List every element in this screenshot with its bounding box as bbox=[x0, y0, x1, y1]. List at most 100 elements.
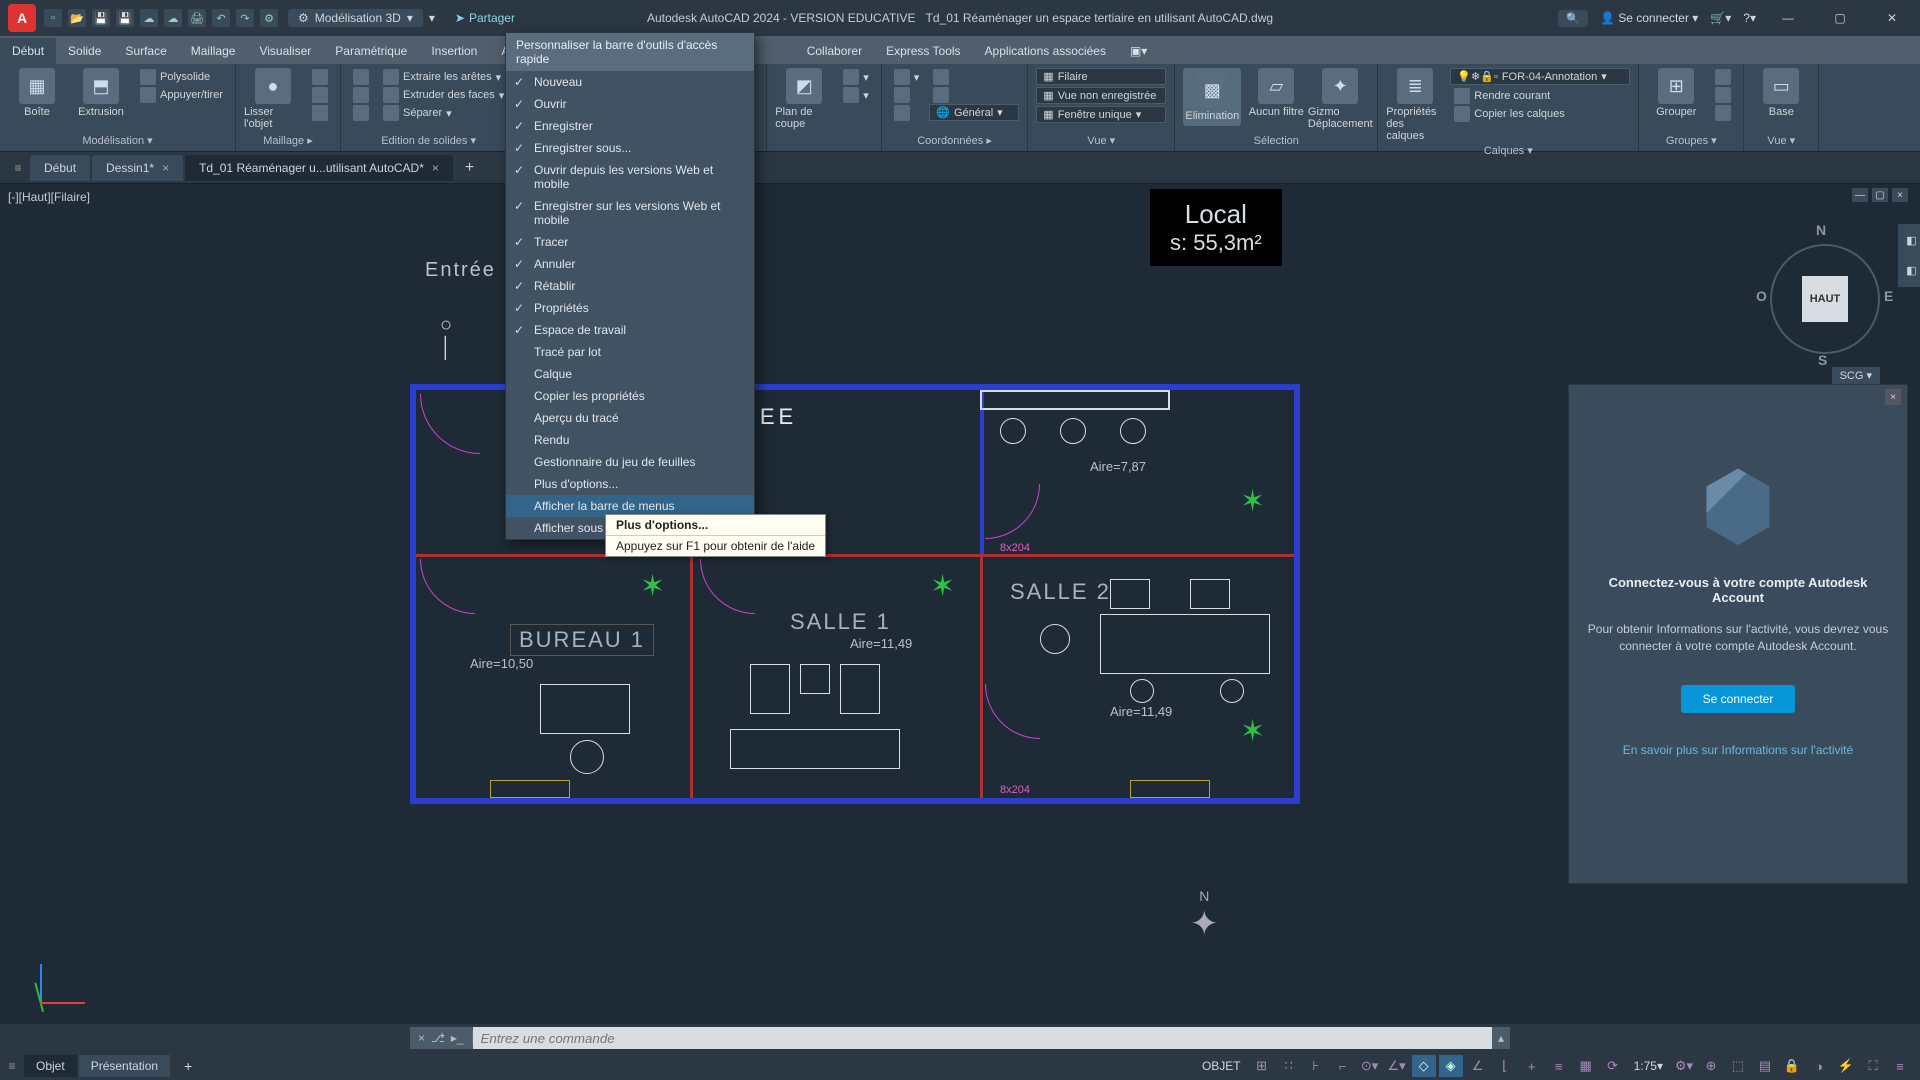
qat-menu-item-0[interactable]: ✓Nouveau bbox=[506, 71, 754, 93]
panel-vue[interactable]: Vue ▾ bbox=[1036, 132, 1166, 147]
isolate-icon[interactable]: ◑ bbox=[1807, 1055, 1831, 1077]
signin-button[interactable]: 👤 Se connecter ▾ bbox=[1600, 11, 1698, 25]
workspace-switch-icon[interactable]: ⚙▾ bbox=[1672, 1055, 1696, 1077]
infer-icon[interactable]: ⊦ bbox=[1304, 1055, 1328, 1077]
qat-menu-item-7[interactable]: ✓Annuler bbox=[506, 253, 754, 275]
hardware-icon[interactable]: ⚡ bbox=[1834, 1055, 1858, 1077]
qat-webopen-icon[interactable]: ☁ bbox=[140, 9, 158, 27]
doctab-start[interactable]: Début bbox=[30, 155, 90, 181]
osnap-icon[interactable]: ◇ bbox=[1412, 1055, 1436, 1077]
layout-add[interactable]: + bbox=[172, 1054, 204, 1078]
minimize-button[interactable]: — bbox=[1768, 6, 1808, 30]
tab-insertion[interactable]: Insertion bbox=[419, 38, 489, 64]
lineweight-icon[interactable]: ≡ bbox=[1547, 1055, 1571, 1077]
vtab-1[interactable]: ◧ bbox=[1898, 224, 1920, 257]
viewcube-n[interactable]: N bbox=[1816, 222, 1826, 238]
culling-button[interactable]: ▩Elimination bbox=[1183, 68, 1241, 126]
section-plane-button[interactable]: ◩Plan de coupe bbox=[775, 68, 833, 130]
se-btn2[interactable] bbox=[349, 86, 373, 104]
qat-saveas-icon[interactable]: 💾 bbox=[116, 9, 134, 27]
mesh-btn2[interactable] bbox=[308, 86, 332, 104]
qat-menu-item-14[interactable]: Aperçu du tracé bbox=[506, 407, 754, 429]
extrude-faces-button[interactable]: Extruder des faces ▾ bbox=[379, 86, 508, 104]
tab-collaborer[interactable]: Collaborer bbox=[795, 38, 874, 64]
sec-s2[interactable]: ▾ bbox=[839, 86, 873, 104]
model-tab[interactable]: Objet bbox=[24, 1055, 77, 1077]
panel-groupes[interactable]: Groupes ▾ bbox=[1647, 132, 1735, 147]
se-btn3[interactable] bbox=[349, 104, 373, 122]
polysolid-button[interactable]: Polysolide bbox=[136, 68, 227, 86]
gizmo-button[interactable]: ✦Gizmo Déplacement bbox=[1311, 68, 1369, 130]
coord-b5[interactable] bbox=[929, 86, 1019, 104]
ortho-icon[interactable]: ⌐ bbox=[1331, 1055, 1355, 1077]
qat-menu-item-3[interactable]: ✓Enregistrer sous... bbox=[506, 137, 754, 159]
panel-maillage[interactable]: Maillage ▸ bbox=[244, 132, 332, 147]
help-icon[interactable]: ?▾ bbox=[1743, 11, 1756, 25]
anno-scale[interactable]: 1:75▾ bbox=[1628, 1059, 1669, 1073]
qat-open-icon[interactable]: 📂 bbox=[68, 9, 86, 27]
qat-menu-item-5[interactable]: ✓Enregistrer sur les versions Web et mob… bbox=[506, 195, 754, 231]
qat-menu-item-11[interactable]: Tracé par lot bbox=[506, 341, 754, 363]
qat-menu-item-15[interactable]: Rendu bbox=[506, 429, 754, 451]
cmd-history-icon[interactable]: ▴ bbox=[1492, 1031, 1510, 1045]
doctabs-menu-icon[interactable]: ≡ bbox=[8, 161, 28, 175]
qat-menu-item-9[interactable]: ✓Propriétés bbox=[506, 297, 754, 319]
tab-express[interactable]: Express Tools bbox=[874, 38, 972, 64]
viewcube-ucs[interactable]: SCG ▾ bbox=[1832, 367, 1880, 384]
3dosnap-icon[interactable]: ◈ bbox=[1439, 1055, 1463, 1077]
se-btn1[interactable] bbox=[349, 68, 373, 86]
qat-menu-item-12[interactable]: Calque bbox=[506, 363, 754, 385]
drawing-canvas[interactable]: [-][Haut][Filaire] — ▢ × Personnaliser l… bbox=[0, 184, 1920, 1024]
vp-restore-icon[interactable]: ▢ bbox=[1872, 188, 1888, 202]
cleanscreen-icon[interactable]: ⛶ bbox=[1861, 1055, 1885, 1077]
dynucs-icon[interactable]: ⌊ bbox=[1493, 1055, 1517, 1077]
customize-status-icon[interactable]: ≡ bbox=[1888, 1055, 1912, 1077]
vtab-2[interactable]: ◧ bbox=[1898, 254, 1920, 287]
layout-tab[interactable]: Présentation bbox=[79, 1055, 170, 1077]
visual-style-dropdown[interactable]: ▦ Filaire bbox=[1036, 68, 1166, 85]
copy-layers-button[interactable]: Copier les calques bbox=[1450, 105, 1630, 123]
qat-menu-item-8[interactable]: ✓Rétablir bbox=[506, 275, 754, 297]
grp-s3[interactable] bbox=[1711, 104, 1735, 122]
make-current-button[interactable]: Rendre courant bbox=[1450, 87, 1630, 105]
qat-customize-dropdown[interactable]: ▾ bbox=[429, 11, 435, 25]
vp-close-icon[interactable]: × bbox=[1892, 188, 1908, 202]
tab-debut[interactable]: Début bbox=[0, 38, 56, 64]
qat-plot-icon[interactable]: 🖨 bbox=[188, 9, 206, 27]
qat-menu-item-2[interactable]: ✓Enregistrer bbox=[506, 115, 754, 137]
sec-s1[interactable]: ▾ bbox=[839, 68, 873, 86]
units-icon[interactable]: ⬚ bbox=[1726, 1055, 1750, 1077]
cmd-close-icon[interactable]: × bbox=[418, 1031, 425, 1045]
panel-coordonnees[interactable]: Coordonnées ▸ bbox=[890, 132, 1020, 147]
dyninput-icon[interactable]: + bbox=[1520, 1055, 1544, 1077]
coord-b2[interactable] bbox=[890, 86, 924, 104]
anno-monitor-icon[interactable]: ⊕ bbox=[1699, 1055, 1723, 1077]
qat-redo-icon[interactable]: ↷ bbox=[236, 9, 254, 27]
tab-extra-icon[interactable]: ▣▾ bbox=[1118, 38, 1159, 64]
qat-new-icon[interactable]: ▫ bbox=[44, 9, 62, 27]
snap-icon[interactable]: ∷ bbox=[1277, 1055, 1301, 1077]
cycling-icon[interactable]: ⟳ bbox=[1601, 1055, 1625, 1077]
close-icon[interactable]: × bbox=[162, 161, 169, 175]
close-icon[interactable]: × bbox=[432, 161, 439, 175]
qat-undo-icon[interactable]: ↶ bbox=[212, 9, 230, 27]
group-button[interactable]: ⊞Grouper bbox=[1647, 68, 1705, 118]
qat-menu-item-17[interactable]: Plus d'options... bbox=[506, 473, 754, 495]
layout-menu-icon[interactable]: ≡ bbox=[0, 1059, 24, 1073]
view-dropdown[interactable]: ▦ Vue non enregistrée bbox=[1036, 87, 1166, 104]
viewcube-o[interactable]: O bbox=[1756, 288, 1767, 304]
doctab-td01[interactable]: Td_01 Réaménager u...utilisant AutoCAD*× bbox=[185, 155, 453, 181]
tab-apps[interactable]: Applications associées bbox=[973, 38, 1118, 64]
appstore-icon[interactable]: 🛒▾ bbox=[1710, 11, 1731, 25]
viewport-config-dropdown[interactable]: ▦ Fenêtre unique ▾ bbox=[1036, 106, 1166, 123]
mesh-btn1[interactable] bbox=[308, 68, 332, 86]
nofilter-button[interactable]: ▱Aucun filtre bbox=[1247, 68, 1305, 118]
doctab-dessin1[interactable]: Dessin1*× bbox=[92, 155, 183, 181]
coord-b1[interactable]: ▾ bbox=[890, 68, 924, 86]
app-menu-icon[interactable]: A bbox=[8, 4, 36, 32]
viewcube-face-top[interactable]: HAUT bbox=[1802, 276, 1848, 322]
status-space[interactable]: OBJET bbox=[1196, 1059, 1247, 1073]
smooth-button[interactable]: ●Lisser l'objet bbox=[244, 68, 302, 130]
presspull-button[interactable]: Appuyer/tirer bbox=[136, 86, 227, 104]
vp-minimize-icon[interactable]: — bbox=[1852, 188, 1868, 202]
